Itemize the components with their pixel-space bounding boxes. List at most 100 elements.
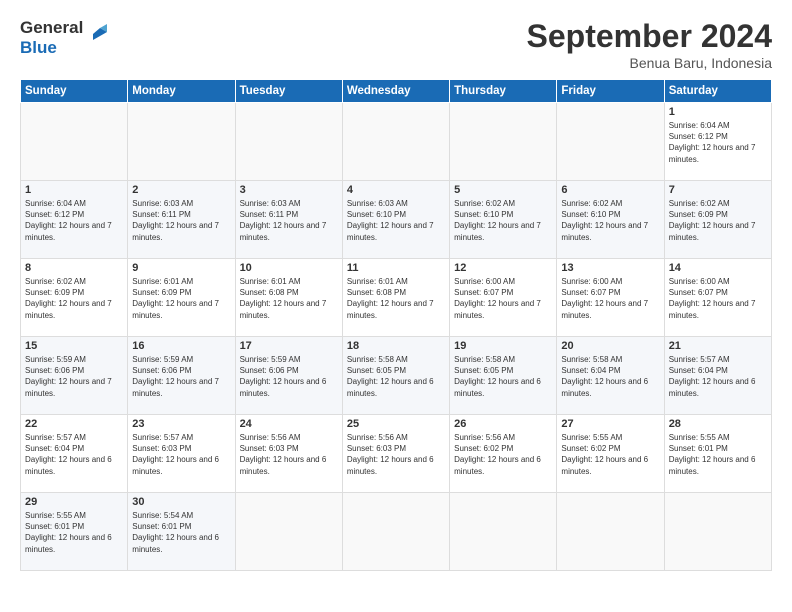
calendar-cell: 9 Sunrise: 6:01 AMSunset: 6:09 PMDayligh…: [128, 259, 235, 337]
calendar-week-row: 29 Sunrise: 5:55 AMSunset: 6:01 PMDaylig…: [21, 493, 772, 571]
day-info: Sunrise: 5:58 AMSunset: 6:04 PMDaylight:…: [561, 355, 648, 398]
calendar-cell: 15 Sunrise: 5:59 AMSunset: 6:06 PMDaylig…: [21, 337, 128, 415]
calendar-cell: [128, 103, 235, 181]
calendar-cell: 12 Sunrise: 6:00 AMSunset: 6:07 PMDaylig…: [450, 259, 557, 337]
title-section: September 2024 Benua Baru, Indonesia: [527, 18, 772, 71]
day-number: 5: [454, 184, 552, 196]
logo-icon: [87, 20, 113, 51]
calendar-cell: 4 Sunrise: 6:03 AMSunset: 6:10 PMDayligh…: [342, 181, 449, 259]
logo-line1: General: [20, 18, 83, 38]
calendar-header-row: Sunday Monday Tuesday Wednesday Thursday…: [21, 80, 772, 103]
day-info: Sunrise: 5:56 AMSunset: 6:03 PMDaylight:…: [240, 433, 327, 476]
day-number: 4: [347, 184, 445, 196]
calendar-cell: 30 Sunrise: 5:54 AMSunset: 6:01 PMDaylig…: [128, 493, 235, 571]
day-info: Sunrise: 5:57 AMSunset: 6:04 PMDaylight:…: [669, 355, 756, 398]
day-number: 19: [454, 340, 552, 352]
day-number: 12: [454, 262, 552, 274]
day-info: Sunrise: 6:00 AMSunset: 6:07 PMDaylight:…: [454, 277, 541, 320]
day-info: Sunrise: 5:59 AMSunset: 6:06 PMDaylight:…: [132, 355, 219, 398]
day-info: Sunrise: 5:58 AMSunset: 6:05 PMDaylight:…: [454, 355, 541, 398]
calendar-cell: 1 Sunrise: 6:04 AMSunset: 6:12 PMDayligh…: [21, 181, 128, 259]
col-monday: Monday: [128, 80, 235, 103]
calendar-week-row: 15 Sunrise: 5:59 AMSunset: 6:06 PMDaylig…: [21, 337, 772, 415]
calendar-cell: 1 Sunrise: 6:04 AMSunset: 6:12 PMDayligh…: [664, 103, 771, 181]
day-number: 30: [132, 496, 230, 508]
day-info: Sunrise: 6:03 AMSunset: 6:11 PMDaylight:…: [132, 199, 219, 242]
calendar-cell: 24 Sunrise: 5:56 AMSunset: 6:03 PMDaylig…: [235, 415, 342, 493]
calendar-cell: [342, 103, 449, 181]
calendar-cell: 18 Sunrise: 5:58 AMSunset: 6:05 PMDaylig…: [342, 337, 449, 415]
calendar-cell: 5 Sunrise: 6:02 AMSunset: 6:10 PMDayligh…: [450, 181, 557, 259]
calendar-cell: 22 Sunrise: 5:57 AMSunset: 6:04 PMDaylig…: [21, 415, 128, 493]
calendar-cell: 8 Sunrise: 6:02 AMSunset: 6:09 PMDayligh…: [21, 259, 128, 337]
location-subtitle: Benua Baru, Indonesia: [527, 55, 772, 71]
day-info: Sunrise: 5:55 AMSunset: 6:01 PMDaylight:…: [669, 433, 756, 476]
calendar-cell: 11 Sunrise: 6:01 AMSunset: 6:08 PMDaylig…: [342, 259, 449, 337]
calendar-cell: 14 Sunrise: 6:00 AMSunset: 6:07 PMDaylig…: [664, 259, 771, 337]
day-info: Sunrise: 5:58 AMSunset: 6:05 PMDaylight:…: [347, 355, 434, 398]
calendar-cell: 28 Sunrise: 5:55 AMSunset: 6:01 PMDaylig…: [664, 415, 771, 493]
day-number: 3: [240, 184, 338, 196]
day-info: Sunrise: 5:54 AMSunset: 6:01 PMDaylight:…: [132, 511, 219, 554]
day-number: 8: [25, 262, 123, 274]
calendar-cell: 7 Sunrise: 6:02 AMSunset: 6:09 PMDayligh…: [664, 181, 771, 259]
day-number: 25: [347, 418, 445, 430]
calendar-cell: [21, 103, 128, 181]
month-title: September 2024: [527, 18, 772, 55]
logo: General Blue: [20, 18, 113, 57]
calendar-cell: 2 Sunrise: 6:03 AMSunset: 6:11 PMDayligh…: [128, 181, 235, 259]
calendar-cell: [342, 493, 449, 571]
calendar-cell: [450, 493, 557, 571]
calendar-week-row: 22 Sunrise: 5:57 AMSunset: 6:04 PMDaylig…: [21, 415, 772, 493]
day-number: 14: [669, 262, 767, 274]
day-info: Sunrise: 5:56 AMSunset: 6:02 PMDaylight:…: [454, 433, 541, 476]
calendar-cell: 21 Sunrise: 5:57 AMSunset: 6:04 PMDaylig…: [664, 337, 771, 415]
day-info: Sunrise: 6:02 AMSunset: 6:10 PMDaylight:…: [561, 199, 648, 242]
col-tuesday: Tuesday: [235, 80, 342, 103]
day-number: 28: [669, 418, 767, 430]
day-info: Sunrise: 6:00 AMSunset: 6:07 PMDaylight:…: [561, 277, 648, 320]
calendar-cell: 27 Sunrise: 5:55 AMSunset: 6:02 PMDaylig…: [557, 415, 664, 493]
day-info: Sunrise: 5:57 AMSunset: 6:03 PMDaylight:…: [132, 433, 219, 476]
calendar-cell: [450, 103, 557, 181]
col-saturday: Saturday: [664, 80, 771, 103]
day-info: Sunrise: 5:59 AMSunset: 6:06 PMDaylight:…: [25, 355, 112, 398]
day-number: 27: [561, 418, 659, 430]
day-number: 1: [25, 184, 123, 196]
day-number: 10: [240, 262, 338, 274]
day-number: 23: [132, 418, 230, 430]
calendar-cell: 25 Sunrise: 5:56 AMSunset: 6:03 PMDaylig…: [342, 415, 449, 493]
calendar-week-row: 1 Sunrise: 6:04 AMSunset: 6:12 PMDayligh…: [21, 181, 772, 259]
calendar-week-row: 8 Sunrise: 6:02 AMSunset: 6:09 PMDayligh…: [21, 259, 772, 337]
calendar-cell: [235, 103, 342, 181]
calendar-cell: 19 Sunrise: 5:58 AMSunset: 6:05 PMDaylig…: [450, 337, 557, 415]
day-info: Sunrise: 6:00 AMSunset: 6:07 PMDaylight:…: [669, 277, 756, 320]
day-number: 24: [240, 418, 338, 430]
logo-line2: Blue: [20, 38, 83, 58]
col-thursday: Thursday: [450, 80, 557, 103]
day-number: 2: [132, 184, 230, 196]
calendar-cell: [664, 493, 771, 571]
calendar-cell: 17 Sunrise: 5:59 AMSunset: 6:06 PMDaylig…: [235, 337, 342, 415]
day-info: Sunrise: 6:04 AMSunset: 6:12 PMDaylight:…: [25, 199, 112, 242]
day-info: Sunrise: 6:01 AMSunset: 6:08 PMDaylight:…: [347, 277, 434, 320]
day-info: Sunrise: 5:56 AMSunset: 6:03 PMDaylight:…: [347, 433, 434, 476]
day-number: 22: [25, 418, 123, 430]
day-number: 20: [561, 340, 659, 352]
day-number: 7: [669, 184, 767, 196]
day-info: Sunrise: 6:01 AMSunset: 6:09 PMDaylight:…: [132, 277, 219, 320]
day-number: 13: [561, 262, 659, 274]
day-number: 29: [25, 496, 123, 508]
day-number: 17: [240, 340, 338, 352]
day-number: 21: [669, 340, 767, 352]
calendar-cell: 23 Sunrise: 5:57 AMSunset: 6:03 PMDaylig…: [128, 415, 235, 493]
day-info: Sunrise: 6:03 AMSunset: 6:10 PMDaylight:…: [347, 199, 434, 242]
calendar-cell: 6 Sunrise: 6:02 AMSunset: 6:10 PMDayligh…: [557, 181, 664, 259]
day-info: Sunrise: 6:02 AMSunset: 6:09 PMDaylight:…: [25, 277, 112, 320]
day-number: 16: [132, 340, 230, 352]
col-friday: Friday: [557, 80, 664, 103]
day-number: 9: [132, 262, 230, 274]
calendar-cell: 20 Sunrise: 5:58 AMSunset: 6:04 PMDaylig…: [557, 337, 664, 415]
calendar-cell: 13 Sunrise: 6:00 AMSunset: 6:07 PMDaylig…: [557, 259, 664, 337]
day-number: 26: [454, 418, 552, 430]
